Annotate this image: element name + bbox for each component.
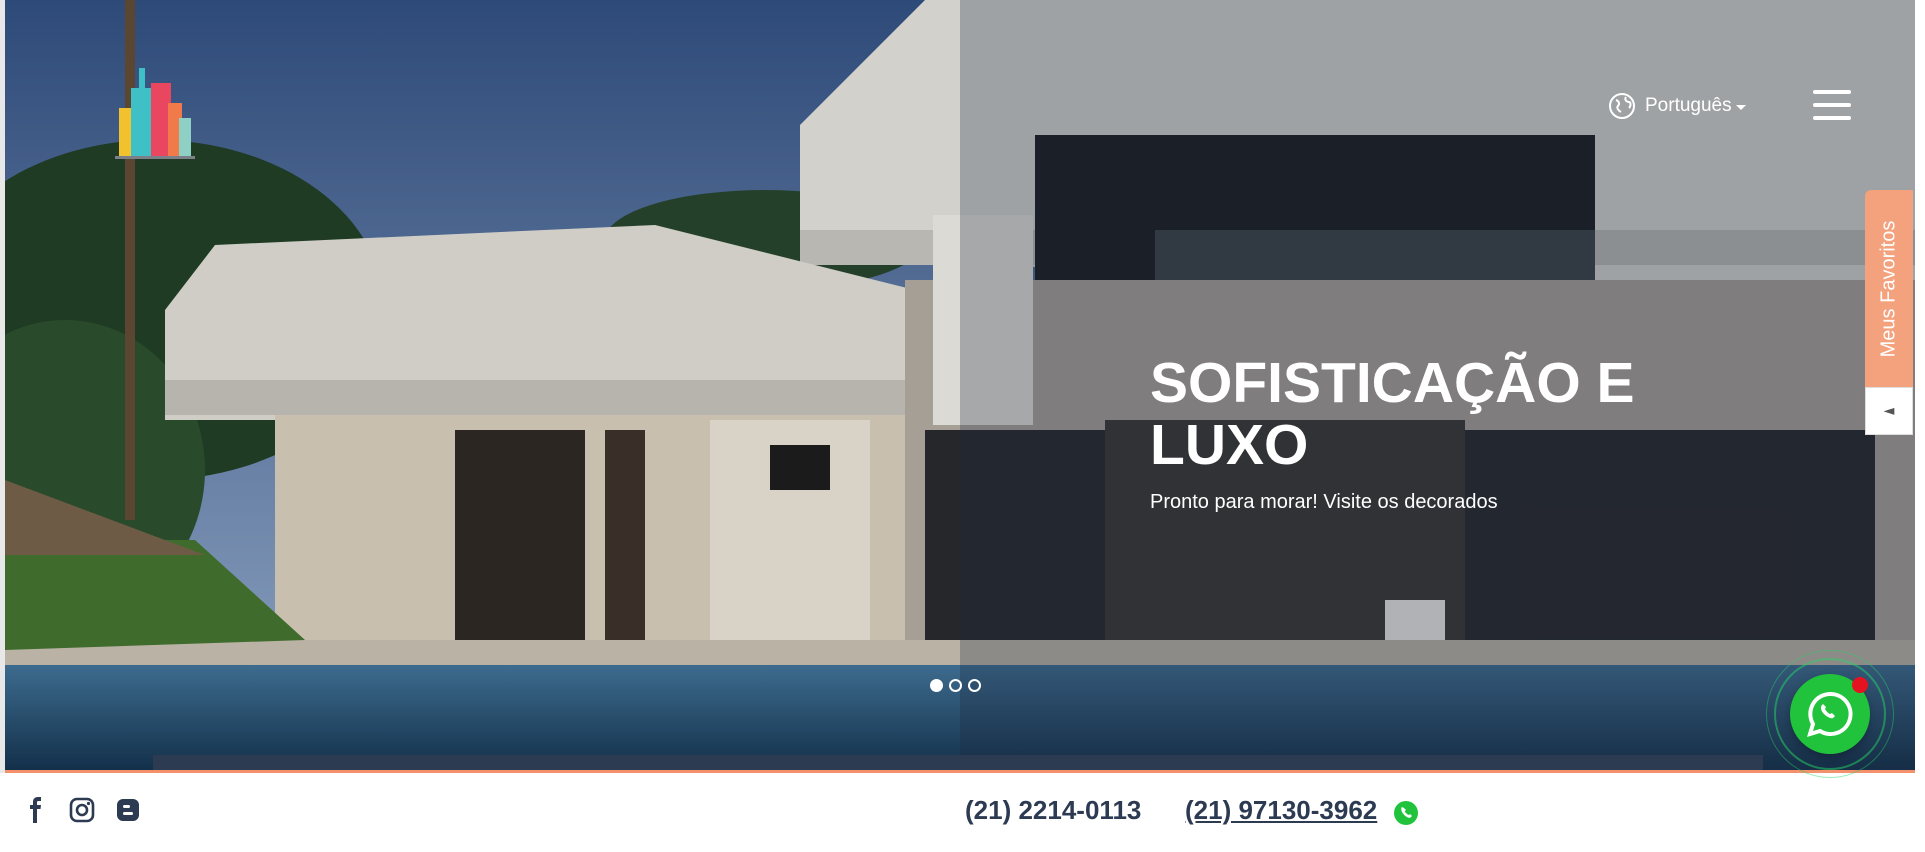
slider-dot-2[interactable] bbox=[949, 679, 962, 692]
chevron-down-icon bbox=[1735, 105, 1746, 110]
blogger-icon[interactable] bbox=[114, 796, 142, 824]
contact-bar bbox=[0, 773, 1925, 852]
hero-title: SOFISTICAÇÃO E LUXO bbox=[1150, 351, 1635, 477]
favorites-toggle-icon[interactable]: ◄ bbox=[1865, 387, 1913, 435]
notification-badge bbox=[1852, 677, 1868, 693]
slider-dot-1[interactable] bbox=[930, 679, 943, 692]
slider-pagination bbox=[930, 679, 981, 692]
facebook-icon[interactable] bbox=[22, 796, 50, 824]
whatsapp-floating-widget bbox=[1766, 650, 1894, 778]
globe-icon bbox=[1609, 93, 1635, 119]
phone-whatsapp-link[interactable]: (21) 97130-3962 bbox=[1185, 795, 1377, 826]
language-selector[interactable]: Português bbox=[1608, 92, 1746, 120]
instagram-icon[interactable] bbox=[68, 796, 96, 824]
whatsapp-small-icon[interactable] bbox=[1393, 800, 1419, 826]
phone-landline[interactable]: (21) 2214-0113 bbox=[965, 795, 1141, 826]
hero-subtitle: Pronto para morar! Visite os decorados bbox=[1150, 491, 1498, 513]
favorites-tab[interactable]: Meus Favoritos bbox=[1865, 190, 1913, 387]
site-logo[interactable] bbox=[113, 58, 199, 164]
slider-dot-3[interactable] bbox=[968, 679, 981, 692]
language-label: Português bbox=[1645, 95, 1732, 116]
hamburger-menu-icon[interactable] bbox=[1813, 88, 1851, 122]
favorites-label: Meus Favoritos bbox=[1877, 220, 1900, 357]
hero-bottom-band bbox=[153, 755, 1763, 770]
